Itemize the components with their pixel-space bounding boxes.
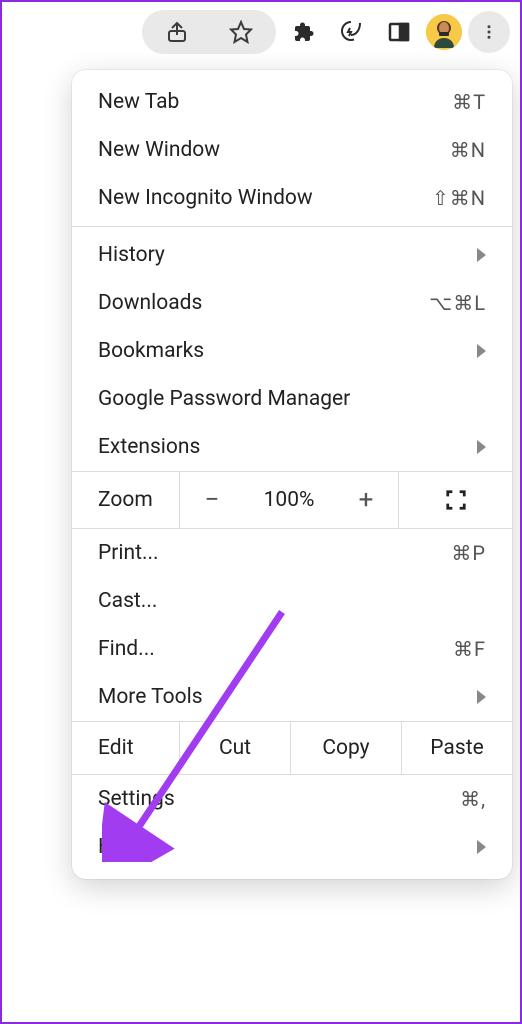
menu-label: History <box>98 243 165 267</box>
edit-label: Edit <box>72 722 180 774</box>
menu-label: New Tab <box>98 90 179 114</box>
menu-label: Print... <box>98 541 159 565</box>
menu-label: New Window <box>98 138 220 162</box>
more-icon[interactable] <box>468 11 510 53</box>
menu-accel: ⇧⌘N <box>432 186 486 210</box>
menu-item-bookmarks[interactable]: Bookmarks <box>72 327 512 375</box>
zoom-percent: 100% <box>244 472 334 528</box>
menu-label: Extensions <box>98 435 200 459</box>
menu-accel: ⌘, <box>460 787 486 811</box>
menu-item-print[interactable]: Print... ⌘P <box>72 529 512 577</box>
toolbar-pill <box>142 10 276 54</box>
menu-zoom-row: Zoom − 100% + <box>72 471 512 529</box>
chevron-right-icon <box>477 840 486 854</box>
menu-item-settings[interactable]: Settings ⌘, <box>72 775 512 823</box>
menu-item-history[interactable]: History <box>72 231 512 279</box>
menu-accel: ⌘T <box>452 90 486 114</box>
menu-item-new-window[interactable]: New Window ⌘N <box>72 126 512 174</box>
cut-button[interactable]: Cut <box>180 722 291 774</box>
menu-item-password-manager[interactable]: Google Password Manager <box>72 375 512 423</box>
leaf-bolt-icon[interactable] <box>330 11 372 53</box>
fullscreen-button[interactable] <box>398 472 512 528</box>
menu-item-extensions[interactable]: Extensions <box>72 423 512 471</box>
menu-item-find[interactable]: Find... ⌘F <box>72 625 512 673</box>
menu-edit-row: Edit Cut Copy Paste <box>72 721 512 775</box>
menu-label: Settings <box>98 787 175 811</box>
menu-label: More Tools <box>98 685 203 709</box>
chevron-right-icon <box>477 248 486 262</box>
menu-accel: ⌘N <box>450 138 486 162</box>
user-avatar[interactable] <box>426 14 462 50</box>
menu-label: New Incognito Window <box>98 186 313 210</box>
chevron-right-icon <box>477 690 486 704</box>
menu-label: Bookmarks <box>98 339 204 363</box>
chevron-right-icon <box>477 440 486 454</box>
menu-accel: ⌘F <box>453 637 486 661</box>
menu-item-downloads[interactable]: Downloads ⌥⌘L <box>72 279 512 327</box>
menu-item-help[interactable]: Help <box>72 823 512 871</box>
side-panel-icon[interactable] <box>378 11 420 53</box>
chrome-main-menu: New Tab ⌘T New Window ⌘N New Incognito W… <box>72 70 512 879</box>
menu-label: Cast... <box>98 589 157 613</box>
star-icon[interactable] <box>220 11 262 53</box>
menu-item-new-incognito[interactable]: New Incognito Window ⇧⌘N <box>72 174 512 222</box>
menu-accel: ⌘P <box>451 541 486 565</box>
chevron-right-icon <box>477 344 486 358</box>
browser-toolbar <box>2 2 520 62</box>
paste-button[interactable]: Paste <box>402 722 512 774</box>
copy-button[interactable]: Copy <box>291 722 402 774</box>
menu-item-cast[interactable]: Cast... <box>72 577 512 625</box>
menu-label: Google Password Manager <box>98 387 350 411</box>
app-frame: New Tab ⌘T New Window ⌘N New Incognito W… <box>0 0 522 1024</box>
menu-label: Downloads <box>98 291 202 315</box>
menu-label: Find... <box>98 637 155 661</box>
menu-label: Help <box>98 835 141 859</box>
menu-separator <box>72 226 512 227</box>
menu-item-more-tools[interactable]: More Tools <box>72 673 512 721</box>
puzzle-icon[interactable] <box>282 11 324 53</box>
menu-accel: ⌥⌘L <box>429 291 486 315</box>
zoom-label: Zoom <box>72 472 180 528</box>
share-icon[interactable] <box>156 11 198 53</box>
zoom-out-button[interactable]: − <box>180 472 244 528</box>
zoom-in-button[interactable]: + <box>334 472 398 528</box>
menu-item-new-tab[interactable]: New Tab ⌘T <box>72 78 512 126</box>
